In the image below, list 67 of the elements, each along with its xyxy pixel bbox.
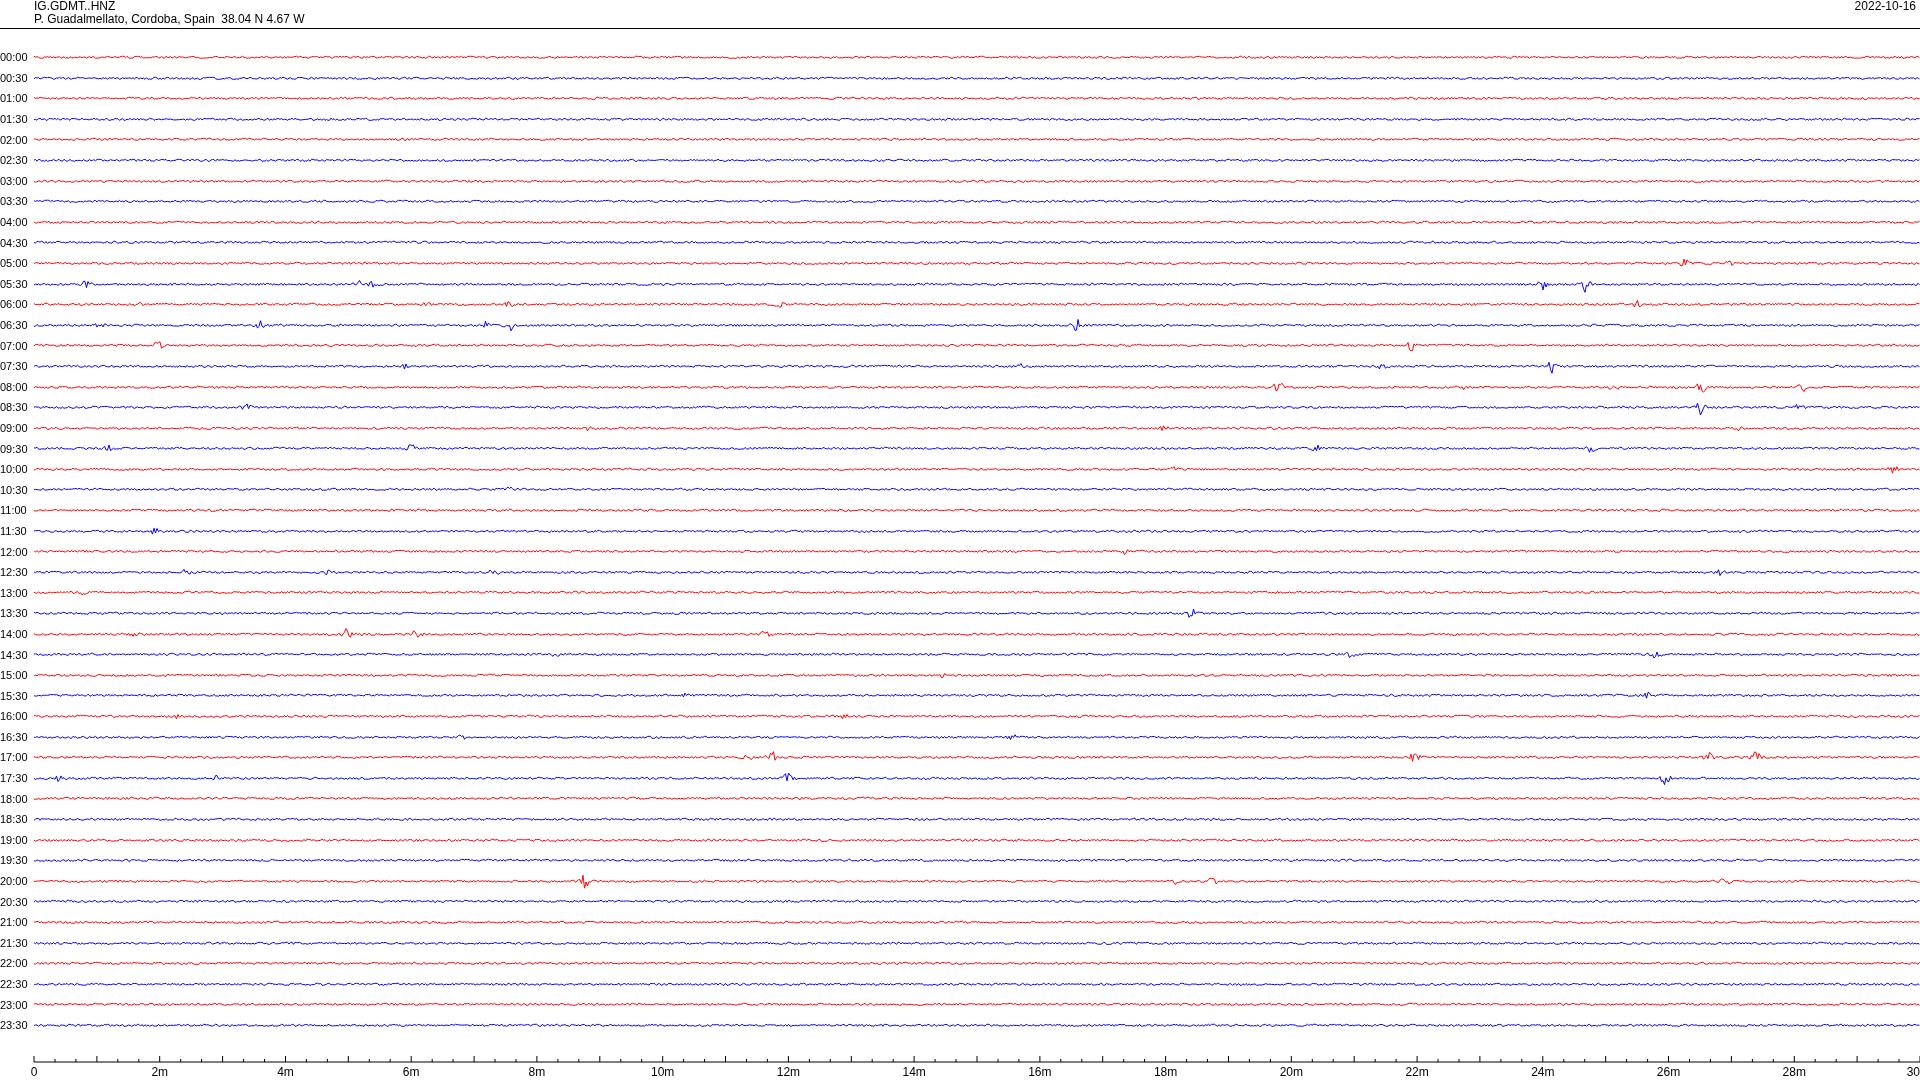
time-label: 19:00 <box>0 833 29 846</box>
axis-tick-label: 0 <box>30 1064 38 1079</box>
axis-tick-label: 14m <box>902 1064 926 1079</box>
time-label: 20:30 <box>0 895 29 908</box>
time-label: 03:30 <box>0 195 29 208</box>
time-label: 18:30 <box>0 813 29 826</box>
axis-tick-label: 18m <box>1153 1064 1178 1079</box>
time-label: 16:00 <box>0 710 29 723</box>
time-label: 09:00 <box>0 422 29 434</box>
axis-tick-label: 10m <box>651 1064 675 1079</box>
time-label: 04:30 <box>0 236 29 249</box>
axis-tick-label: 8m <box>528 1064 546 1079</box>
time-label: 16:30 <box>0 730 29 743</box>
time-label: 15:30 <box>0 689 29 702</box>
axis-tick-label: 16m <box>1028 1064 1052 1079</box>
axis-tick-label: 6m <box>402 1064 420 1079</box>
time-label: 23:30 <box>0 1019 29 1032</box>
time-label: 01:00 <box>0 92 29 105</box>
axis-tick-label: 20m <box>1279 1064 1303 1079</box>
axis-tick-label: 24m <box>1531 1064 1555 1079</box>
axis-tick-label: 28m <box>1782 1064 1806 1079</box>
time-label: 23:00 <box>0 998 29 1011</box>
time-label: 21:00 <box>0 916 29 929</box>
time-label: 15:00 <box>0 669 29 682</box>
time-label: 17:00 <box>0 751 29 764</box>
time-label: 17:30 <box>0 772 29 785</box>
time-label: 07:00 <box>0 339 29 352</box>
time-label: 14:00 <box>0 627 29 640</box>
time-label: 11:30 <box>0 524 28 537</box>
time-label: 21:30 <box>0 936 29 949</box>
time-label: 08:00 <box>0 380 29 393</box>
axis-tick-label: 22m <box>1405 1064 1429 1079</box>
time-label: 13:00 <box>0 586 29 599</box>
time-label: 09:30 <box>0 442 29 455</box>
plot-date: 2022-10-16 <box>1854 0 1916 13</box>
axis-tick-label: 2m <box>151 1064 169 1079</box>
time-label: 22:00 <box>0 957 29 970</box>
time-label: 22:30 <box>0 978 29 990</box>
time-label: 01:30 <box>0 113 29 126</box>
time-label: 06:30 <box>0 319 29 331</box>
time-label: 00:30 <box>0 71 29 84</box>
time-label: 03:00 <box>0 174 29 187</box>
time-label: 07:30 <box>0 360 29 373</box>
time-label: 10:30 <box>0 483 29 496</box>
station-location: P. Guadalmellato, Cordoba, Spain 38.04 N 4.67 W <box>34 13 305 26</box>
time-label: 04:00 <box>0 216 29 229</box>
time-label: 10:00 <box>0 463 29 476</box>
axis-tick-label: 26m <box>1656 1064 1681 1079</box>
time-label: 02:00 <box>0 133 29 146</box>
axis-tick-label: 30 <box>1906 1064 1920 1079</box>
time-label: 02:30 <box>0 154 29 167</box>
time-label: 18:00 <box>0 792 29 805</box>
time-label: 05:00 <box>0 257 29 270</box>
time-label: 06:00 <box>0 298 29 311</box>
time-label: 20:00 <box>0 875 29 888</box>
time-label: 05:30 <box>0 277 29 290</box>
time-label: 11:00 <box>0 504 28 517</box>
time-label: 00:00 <box>0 51 29 64</box>
time-label: 13:30 <box>0 607 29 620</box>
station-code: IG.GDMT..HNZ <box>34 0 117 13</box>
time-label: 08:30 <box>0 401 29 414</box>
time-label: 12:00 <box>0 545 29 558</box>
time-label: 12:30 <box>0 566 29 579</box>
axis-tick-label: 12m <box>776 1064 801 1079</box>
time-label: 14:30 <box>0 648 29 661</box>
time-label: 19:30 <box>0 854 29 867</box>
axis-tick-label: 4m <box>277 1064 294 1079</box>
